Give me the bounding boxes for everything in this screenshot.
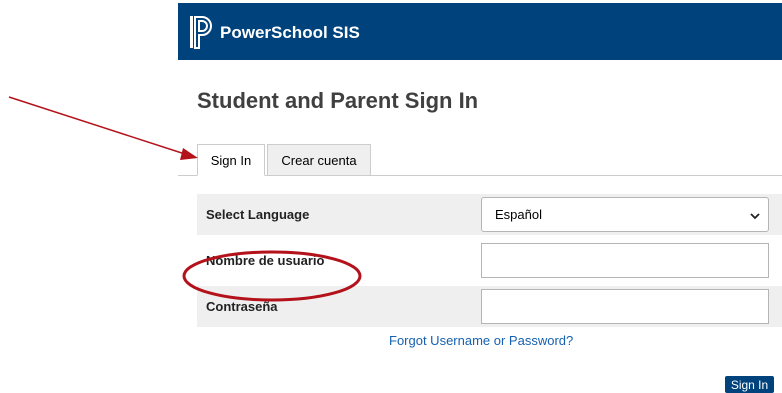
language-select-value: Español [495, 207, 542, 222]
tab-sign-in[interactable]: Sign In [197, 144, 265, 176]
language-label: Select Language [206, 207, 310, 222]
app-title: PowerSchool SIS [220, 23, 360, 42]
username-row: Nombre de usuario [197, 240, 782, 281]
page-title: Student and Parent Sign In [197, 88, 479, 113]
app-header: PowerSchool SIS [178, 3, 782, 60]
chevron-down-icon [750, 213, 760, 220]
language-row: Select Language Español [197, 194, 782, 235]
forgot-credentials-link[interactable]: Forgot Username or Password? [389, 333, 573, 348]
sign-in-button[interactable]: Sign In [725, 376, 774, 393]
username-label: Nombre de usuario [206, 253, 325, 268]
tab-crear-cuenta[interactable]: Crear cuenta [267, 144, 371, 176]
annotation-arrowhead [180, 148, 198, 160]
password-input[interactable] [481, 289, 769, 324]
powerschool-logo-icon [190, 16, 212, 49]
username-input[interactable] [481, 243, 769, 278]
password-label: Contraseña [206, 299, 278, 314]
password-row: Contraseña [197, 286, 782, 327]
language-select[interactable]: Español [481, 197, 769, 232]
annotation-arrow [8, 96, 189, 156]
